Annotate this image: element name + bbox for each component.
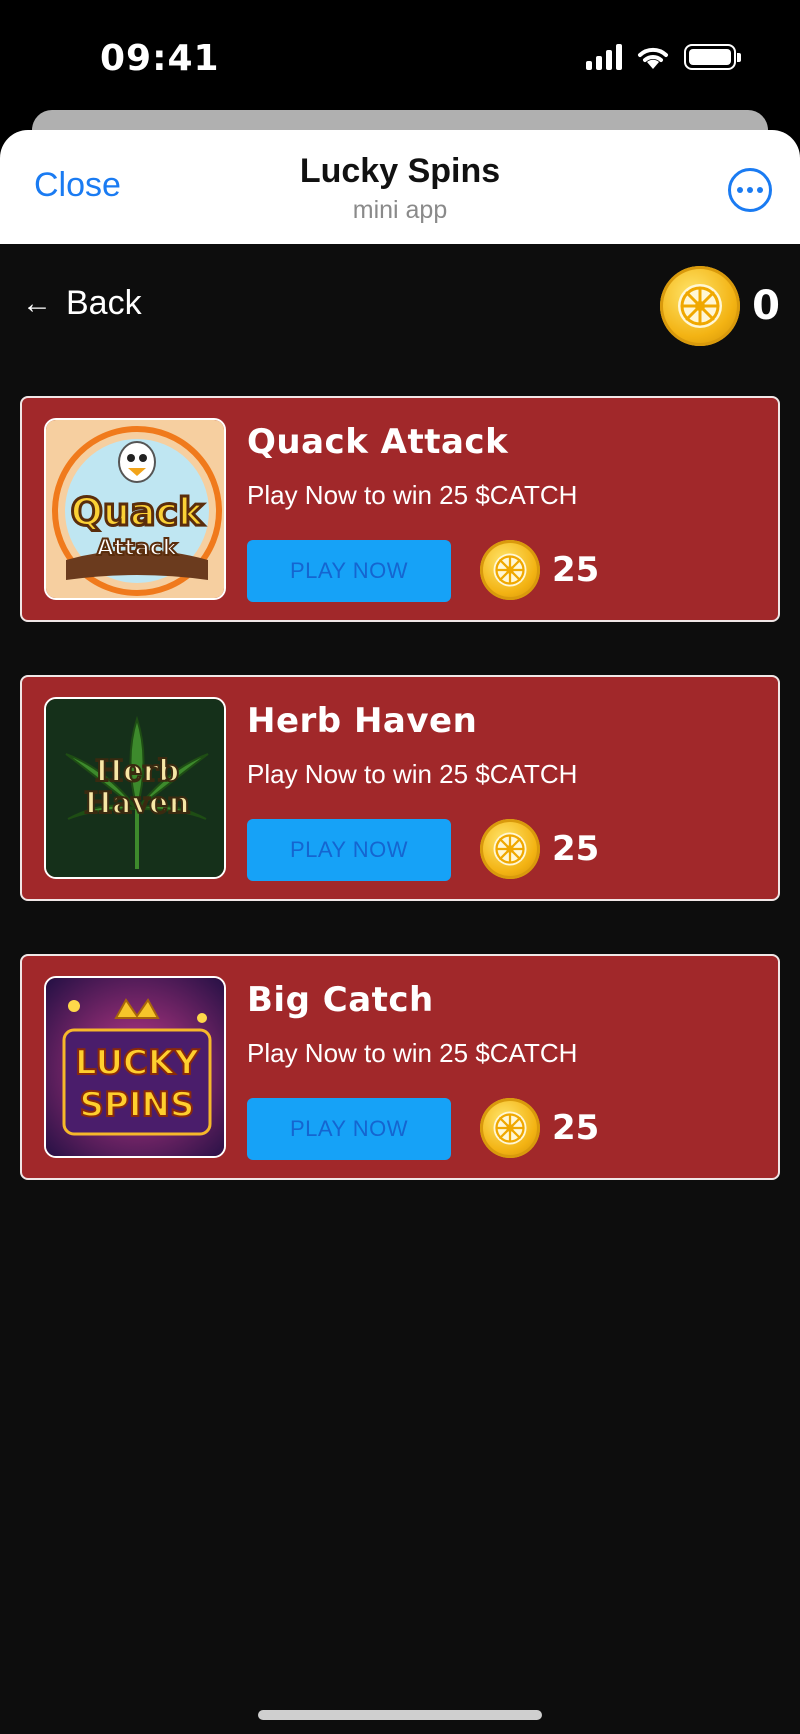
- wifi-icon: [638, 47, 668, 69]
- game-thumbnail-herb-haven[interactable]: Herb Haven: [44, 697, 226, 879]
- svg-text:Herb: Herb: [95, 754, 179, 789]
- play-now-button[interactable]: PLAY NOW: [247, 540, 451, 602]
- balance-value: 0: [752, 283, 780, 329]
- coin-icon: [480, 540, 540, 600]
- coin-icon: [480, 1098, 540, 1158]
- game-title: Quack Attack: [247, 422, 509, 462]
- game-thumbnail-big-catch[interactable]: LUCKY SPINS: [44, 976, 226, 1158]
- reward: 25: [480, 1098, 599, 1158]
- game-list: Quack Attack Quack Attack Play Now to wi…: [20, 396, 780, 1233]
- reward-value: 25: [552, 550, 600, 590]
- home-indicator[interactable]: [258, 1710, 542, 1720]
- coin-balance: 0: [660, 266, 780, 346]
- svg-text:LUCKY: LUCKY: [75, 1043, 199, 1083]
- svg-text:SPINS: SPINS: [80, 1085, 195, 1125]
- app-header: Close Lucky Spins mini app: [0, 130, 800, 244]
- reward-value: 25: [552, 829, 600, 869]
- game-thumbnail-quack-attack[interactable]: Quack Attack: [44, 418, 226, 600]
- svg-text:Attack: Attack: [97, 536, 179, 561]
- game-title: Big Catch: [247, 980, 434, 1020]
- back-button[interactable]: ← Back: [22, 284, 142, 323]
- cellular-signal-icon: [586, 44, 622, 70]
- back-label: Back: [66, 284, 142, 322]
- main-content: ← Back 0 Quack Attack Quack Attack Play …: [0, 244, 800, 1734]
- game-description: Play Now to win 25 $CATCH: [247, 759, 578, 789]
- app-title: Lucky Spins: [299, 152, 501, 190]
- arrow-left-icon: ←: [22, 286, 52, 320]
- game-card-herb-haven: Herb Haven Herb Haven Play Now to win 25…: [20, 675, 780, 901]
- game-description: Play Now to win 25 $CATCH: [247, 1038, 578, 1068]
- svg-text:Haven: Haven: [84, 786, 190, 821]
- game-title: Herb Haven: [247, 701, 478, 741]
- status-icons: [586, 44, 741, 70]
- play-now-button[interactable]: PLAY NOW: [247, 1098, 451, 1160]
- play-now-button[interactable]: PLAY NOW: [247, 819, 451, 881]
- battery-icon: [684, 44, 741, 70]
- game-description: Play Now to win 25 $CATCH: [247, 480, 578, 510]
- game-card-quack-attack: Quack Attack Quack Attack Play Now to wi…: [20, 396, 780, 622]
- reward: 25: [480, 819, 599, 879]
- coin-icon: [480, 819, 540, 879]
- status-bar: 09:41: [0, 0, 800, 110]
- svg-text:Quack: Quack: [71, 490, 205, 534]
- coin-icon: [660, 266, 741, 346]
- reward-value: 25: [552, 1108, 600, 1148]
- more-options-button[interactable]: [728, 168, 772, 212]
- reward: 25: [480, 540, 599, 600]
- game-card-big-catch: LUCKY SPINS Big Catch Play Now to win 25…: [20, 954, 780, 1180]
- status-time: 09:41: [100, 38, 220, 79]
- more-dots-icon: [737, 187, 743, 193]
- app-subtitle: mini app: [352, 196, 448, 224]
